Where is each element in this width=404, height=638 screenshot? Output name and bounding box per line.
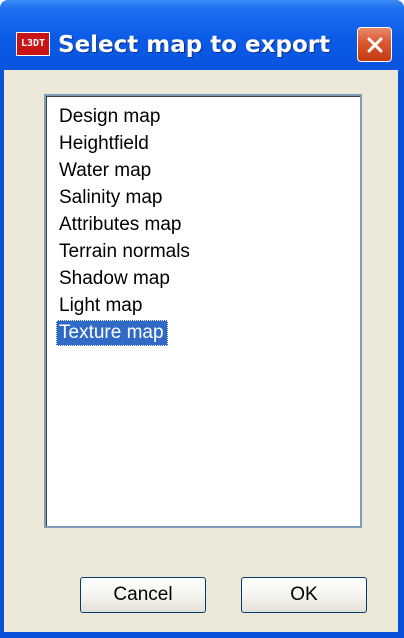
list-item-label: Texture map xyxy=(56,320,168,346)
list-item-label: Attributes map xyxy=(59,214,182,235)
export-dialog-window: L3DT Select map to export Design map Hei… xyxy=(0,0,404,638)
window-title: Select map to export xyxy=(58,32,331,58)
map-listbox[interactable]: Design map Heightfield Water map Salinit… xyxy=(44,94,362,528)
list-item-label: Terrain normals xyxy=(59,241,190,262)
list-item[interactable]: Light map xyxy=(56,293,360,319)
list-item[interactable]: Heightfield xyxy=(56,131,360,157)
list-item[interactable]: Attributes map xyxy=(56,212,360,238)
list-item[interactable]: Water map xyxy=(56,158,360,184)
list-item-label: Water map xyxy=(59,160,152,181)
cancel-button[interactable]: Cancel xyxy=(80,577,206,613)
app-icon-label: L3DT xyxy=(20,38,46,49)
list-item-selected[interactable]: Texture map xyxy=(56,320,360,346)
list-item[interactable]: Terrain normals xyxy=(56,239,360,265)
app-icon[interactable]: L3DT xyxy=(16,32,50,56)
list-item-label: Light map xyxy=(59,295,143,316)
list-item-label: Heightfield xyxy=(59,133,149,154)
close-button[interactable] xyxy=(357,27,392,62)
list-item-label: Salinity map xyxy=(59,187,163,208)
ok-button[interactable]: OK xyxy=(241,577,367,613)
list-item-label: Design map xyxy=(59,106,161,127)
list-item[interactable]: Design map xyxy=(56,104,360,130)
close-icon xyxy=(367,37,382,52)
dialog-client-area: Design map Heightfield Water map Salinit… xyxy=(4,70,398,632)
list-item[interactable]: Salinity map xyxy=(56,185,360,211)
list-item-label: Shadow map xyxy=(59,268,170,289)
list-item[interactable]: Shadow map xyxy=(56,266,360,292)
